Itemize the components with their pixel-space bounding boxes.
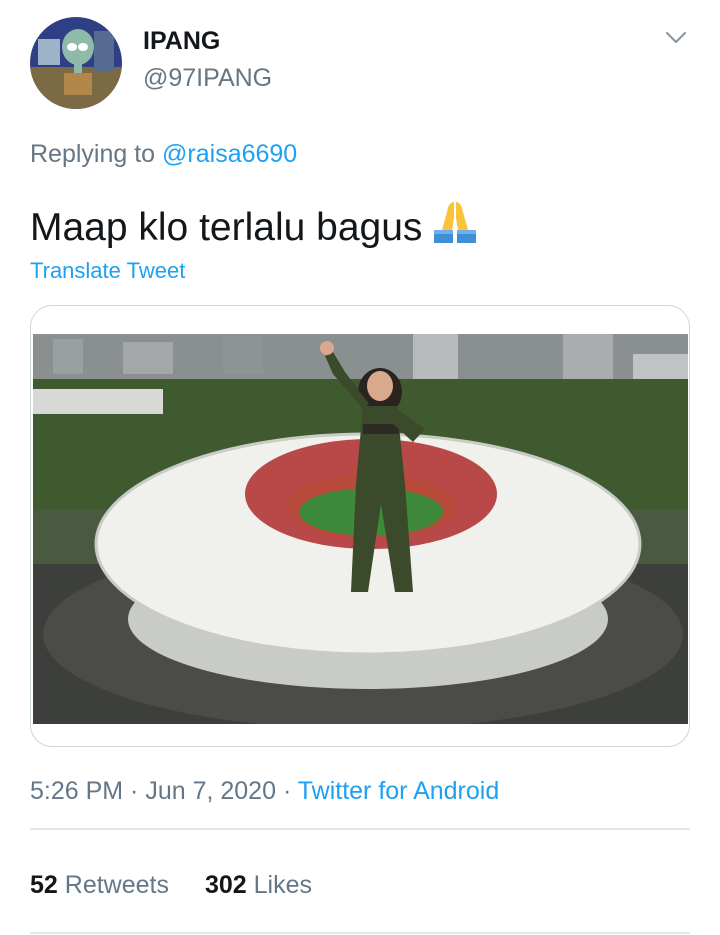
- tweet-date: Jun 7, 2020: [145, 777, 276, 805]
- display-name[interactable]: IPANG: [143, 27, 220, 56]
- tweet-stats: 52 Retweets 302 Likes: [30, 871, 312, 900]
- divider: [30, 932, 690, 934]
- tweet-meta: 5:26 PM · Jun 7, 2020 · Twitter for Andr…: [30, 777, 499, 806]
- avatar[interactable]: [30, 17, 122, 109]
- tweet-time: 5:26 PM: [30, 777, 124, 805]
- media-card[interactable]: [30, 305, 690, 747]
- stadium-photo[interactable]: [33, 334, 688, 724]
- retweets-count: 52: [30, 871, 58, 899]
- replying-to: Replying to @raisa6690: [30, 140, 297, 169]
- tweet-source-link[interactable]: Twitter for Android: [298, 777, 499, 805]
- likes-label: Likes: [246, 871, 313, 899]
- tweet-text-content: Maap klo terlalu bagus: [30, 206, 423, 249]
- user-handle[interactable]: @97IPANG: [143, 64, 272, 93]
- likes-stat[interactable]: 302 Likes: [205, 871, 312, 899]
- reply-mention-link[interactable]: @raisa6690: [162, 140, 297, 168]
- retweets-stat[interactable]: 52 Retweets: [30, 871, 169, 899]
- retweets-label: Retweets: [57, 871, 169, 899]
- tweet-text: Maap klo terlalu bagus: [30, 196, 480, 256]
- likes-count: 302: [204, 871, 247, 899]
- divider: [30, 828, 690, 830]
- meta-separator: ·: [276, 777, 298, 805]
- meta-separator: ·: [123, 777, 146, 805]
- folded-hands-icon: [430, 196, 480, 256]
- chevron-down-icon[interactable]: [664, 28, 688, 48]
- replying-prefix: Replying to: [30, 140, 163, 168]
- translate-tweet-link[interactable]: Translate Tweet: [30, 258, 185, 284]
